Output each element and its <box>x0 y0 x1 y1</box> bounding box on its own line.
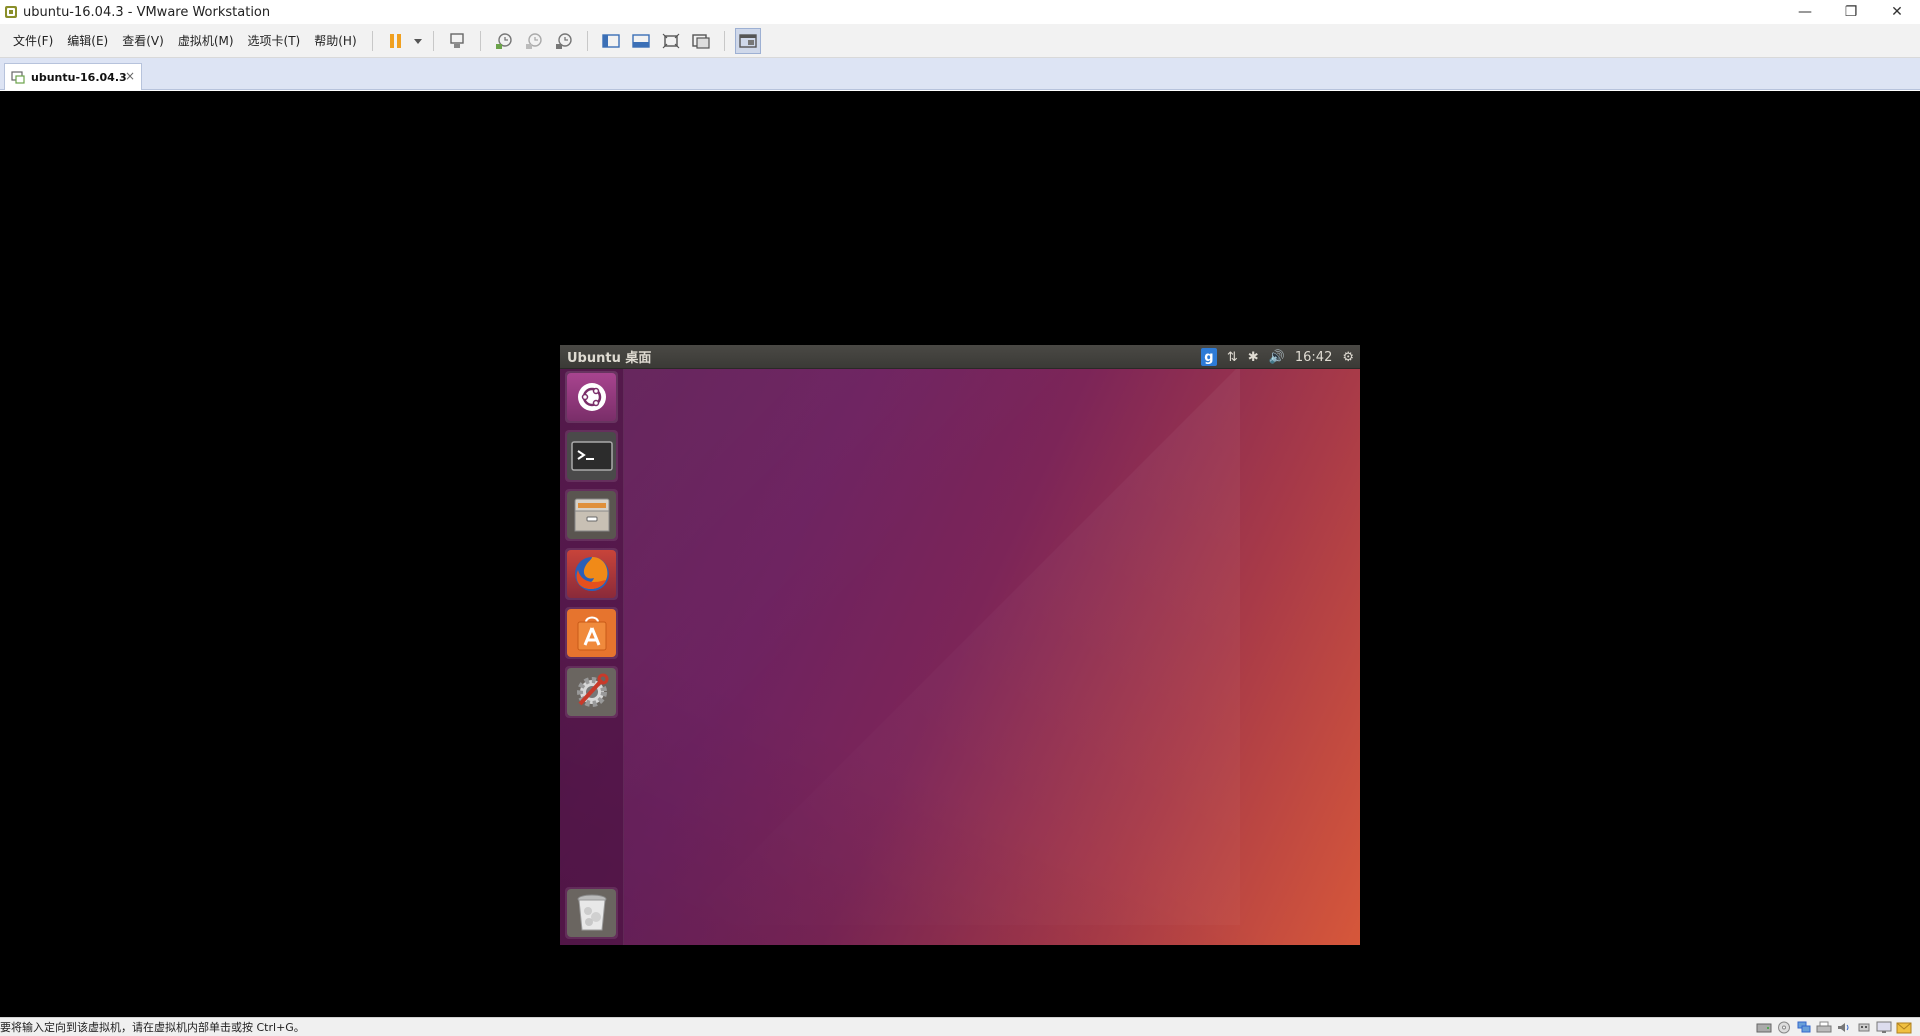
dash-icon[interactable] <box>565 371 618 423</box>
menu-edit[interactable]: 编辑(E) <box>60 27 115 55</box>
vm-display[interactable]: Ubuntu 桌面 g ⇅ ✱ 🔊 16:42 ⚙ <box>0 91 1920 1017</box>
vm-tab-icon <box>11 71 25 84</box>
volume-indicator[interactable]: 🔊 <box>1269 350 1285 365</box>
panel-title: Ubuntu 桌面 <box>567 351 652 366</box>
hdd-icon[interactable] <box>1756 1021 1772 1034</box>
input-hint: 要将输入定向到该虚拟机，请在虚拟机内部单击或按 Ctrl+G。 <box>0 1021 305 1034</box>
sound-icon[interactable] <box>1836 1021 1852 1034</box>
toolbar-separator <box>586 30 588 51</box>
snapshot-revert-icon[interactable] <box>521 28 547 54</box>
ubuntu-launcher <box>560 369 624 945</box>
menu-vm[interactable]: 虚拟机(M) <box>171 27 241 55</box>
menu-tabs[interactable]: 选项卡(T) <box>241 27 308 55</box>
vmware-app-icon <box>5 6 17 18</box>
tab-ubuntu-vm[interactable]: ubuntu-16.04.3 × <box>4 63 142 90</box>
menu-file[interactable]: 文件(F) <box>6 27 60 55</box>
full-screen-icon[interactable] <box>658 28 684 54</box>
toolbar-separator <box>432 30 434 51</box>
status-bar: 要将输入定向到该虚拟机，请在虚拟机内部单击或按 Ctrl+G。 <box>0 1017 1920 1036</box>
toolbar-separator <box>723 30 725 51</box>
bluetooth-indicator[interactable]: ✱ <box>1248 350 1259 365</box>
network-icon[interactable] <box>1796 1021 1812 1034</box>
tab-label: ubuntu-16.04.3 <box>31 70 127 84</box>
pause-icon[interactable] <box>383 28 409 54</box>
terminal-icon[interactable] <box>565 430 618 482</box>
show-library-icon[interactable] <box>598 28 624 54</box>
menu-view[interactable]: 查看(V) <box>115 27 171 55</box>
window-titlebar: ubuntu-16.04.3 - VMware Workstation — ❐ … <box>0 0 1920 24</box>
system-menu-indicator[interactable]: ⚙ <box>1342 350 1354 365</box>
printer-icon[interactable] <box>1816 1021 1832 1034</box>
snapshot-manager-icon[interactable] <box>551 28 577 54</box>
menu-help[interactable]: 帮助(H) <box>307 27 363 55</box>
network-indicator[interactable]: ⇅ <box>1227 350 1238 365</box>
toolbar-separator <box>479 30 481 51</box>
window-title: ubuntu-16.04.3 - VMware Workstation <box>23 4 271 20</box>
snapshot-take-icon[interactable] <box>491 28 517 54</box>
tab-strip: ubuntu-16.04.3 × <box>0 58 1920 90</box>
usb-icon[interactable] <box>1856 1021 1872 1034</box>
system-settings-icon[interactable] <box>565 666 618 718</box>
software-center-icon[interactable] <box>565 607 618 659</box>
display-icon[interactable] <box>1876 1021 1892 1034</box>
ubuntu-top-panel: Ubuntu 桌面 g ⇅ ✱ 🔊 16:42 ⚙ <box>560 345 1360 369</box>
input-method-indicator[interactable]: g <box>1200 348 1217 366</box>
close-window-button[interactable]: ✕ <box>1874 0 1920 24</box>
tab-close-button[interactable]: × <box>125 69 135 83</box>
trash-icon[interactable] <box>565 887 618 939</box>
thumbnail-bar-icon[interactable] <box>628 28 654 54</box>
console-view-icon[interactable] <box>734 27 761 54</box>
dropdown-icon[interactable] <box>411 28 425 54</box>
restore-button[interactable]: ❐ <box>1828 0 1874 24</box>
toolbar-separator <box>371 30 373 51</box>
files-icon[interactable] <box>565 489 618 541</box>
menu-toolbar: 文件(F) 编辑(E) 查看(V) 虚拟机(M) 选项卡(T) 帮助(H) <box>0 24 1920 58</box>
send-ctrl-alt-del-icon[interactable] <box>444 28 470 54</box>
clock[interactable]: 16:42 <box>1295 350 1332 365</box>
message-icon[interactable] <box>1896 1021 1912 1034</box>
unity-icon[interactable] <box>688 28 714 54</box>
ubuntu-desktop[interactable]: Ubuntu 桌面 g ⇅ ✱ 🔊 16:42 ⚙ <box>560 345 1360 945</box>
firefox-icon[interactable] <box>565 548 618 600</box>
minimize-button[interactable]: — <box>1782 0 1828 24</box>
cd-icon[interactable] <box>1776 1021 1792 1034</box>
